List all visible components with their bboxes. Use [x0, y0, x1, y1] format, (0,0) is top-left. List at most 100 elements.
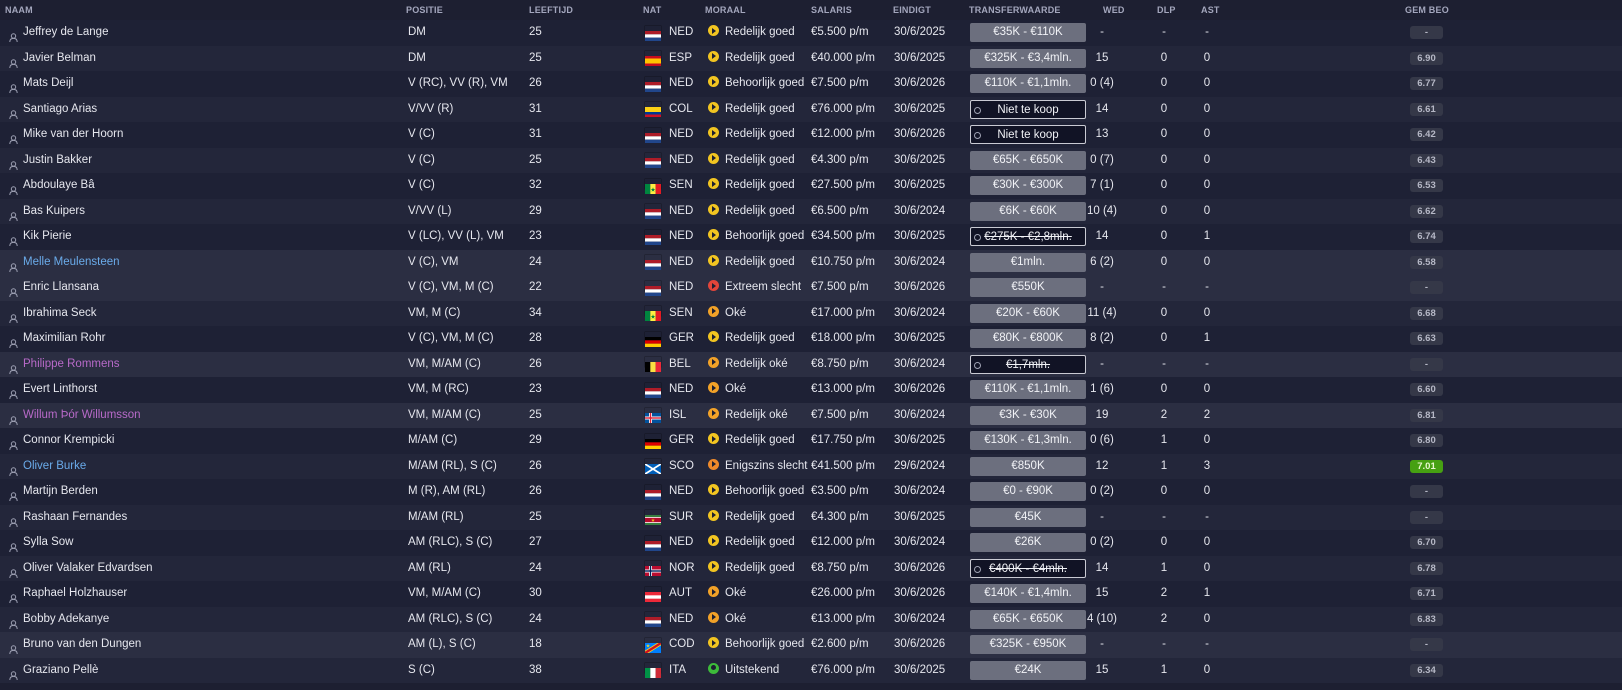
- player-row[interactable]: Kik Pierie V (LC), VV (L), VM 23 NED Behoorl…: [0, 224, 1622, 250]
- column-header-positie[interactable]: POSITIE: [406, 5, 443, 15]
- column-header-leeftijd[interactable]: LEEFTIJD: [529, 5, 573, 15]
- player-age: 24: [529, 255, 542, 268]
- player-name[interactable]: Raphael Holzhauser: [23, 581, 127, 607]
- player-row[interactable]: Javier Belman DM 25 ESP Redelijk goed €40.000…: [0, 45, 1622, 72]
- player-assists: 2: [1203, 408, 1211, 421]
- transfer-value-badge[interactable]: €550K: [970, 278, 1086, 297]
- player-name[interactable]: Willum Þór Willumsson: [23, 403, 141, 429]
- player-name[interactable]: Martijn Berden: [23, 479, 98, 505]
- player-person-icon: [9, 352, 19, 378]
- transfer-value-badge[interactable]: €325K - €950K: [970, 635, 1086, 654]
- player-name[interactable]: Abdoulaye Bâ: [23, 173, 95, 199]
- player-row[interactable]: Jeffrey de Lange DM 25 NED Redelijk goed €5.5…: [0, 20, 1622, 46]
- player-name[interactable]: Philippe Rommens: [23, 352, 120, 378]
- transfer-value-badge[interactable]: €110K - €1,1mln.: [970, 380, 1086, 399]
- player-assists: 0: [1203, 128, 1211, 140]
- player-name[interactable]: Ibrahima Seck: [23, 301, 97, 327]
- column-header-nat[interactable]: NAT: [643, 5, 661, 15]
- column-header-eindigt[interactable]: EINDIGT: [893, 5, 931, 15]
- player-name[interactable]: Oliver Valaker Edvardsen: [23, 556, 153, 582]
- transfer-value-badge[interactable]: €1mln.: [970, 252, 1086, 272]
- player-row[interactable]: Bobby Adekanye AM (RLC), S (C) 24 NED Oké €13…: [0, 606, 1622, 633]
- player-name[interactable]: Oliver Burke: [23, 454, 86, 480]
- player-name[interactable]: Enric Llansana: [23, 275, 99, 301]
- player-name[interactable]: Kik Pierie: [23, 224, 72, 250]
- transfer-value-badge[interactable]: Niet te koop: [970, 125, 1086, 144]
- transfer-value-badge[interactable]: €65K - €650K: [970, 150, 1086, 170]
- player-row[interactable]: Martijn Berden M (R), AM (RL) 26 NED Behoorl…: [0, 479, 1622, 505]
- player-name[interactable]: Mats Deijl: [23, 71, 73, 97]
- player-row[interactable]: Bas Kuipers V/VV (L) 29 NED Redelijk goed €6.…: [0, 198, 1622, 225]
- player-row[interactable]: Sylla Sow AM (RLC), S (C) 27 NED Redelijk go…: [0, 530, 1622, 556]
- player-name[interactable]: Justin Bakker: [23, 148, 92, 174]
- player-row[interactable]: Bruno van den Dungen AM (L), S (C) 18 COD Be…: [0, 632, 1622, 658]
- player-name[interactable]: Maximilian Rohr: [23, 326, 105, 352]
- column-header-gem-beo[interactable]: GEM BEO: [1405, 5, 1449, 15]
- transfer-value-badge[interactable]: €140K - €1,4mln.: [970, 584, 1086, 603]
- player-name[interactable]: Melle Meulensteen: [23, 250, 120, 276]
- transfer-value-badge[interactable]: €80K - €800K: [970, 329, 1086, 348]
- transfer-value-badge[interactable]: €45K: [970, 507, 1086, 527]
- player-row[interactable]: Mats Deijl V (RC), VV (R), VM 26 NED Behoorl…: [0, 71, 1622, 97]
- player-name[interactable]: Graziano Pellè: [23, 658, 98, 684]
- player-row[interactable]: Oliver Valaker Edvardsen AM (RL) 24 NOR Rede…: [0, 555, 1622, 582]
- transfer-value-badge[interactable]: €1,7mln.: [970, 354, 1086, 374]
- player-row[interactable]: Raphael Holzhauser VM, M/AM (C) 30 AUT Oké €2…: [0, 581, 1622, 607]
- morale-icon: [708, 377, 719, 403]
- player-row[interactable]: Willum Þór Willumsson VM, M/AM (C) 25 ISL Re…: [0, 402, 1622, 429]
- transfer-value-badge[interactable]: €65K - €650K: [970, 609, 1086, 629]
- transfer-value-badge[interactable]: €130K - €1,3mln.: [970, 431, 1086, 450]
- player-name[interactable]: Bas Kuipers: [23, 199, 85, 225]
- player-row[interactable]: Mike van der Hoorn V (C) 31 NED Redelijk goe…: [0, 122, 1622, 148]
- transfer-value-badge[interactable]: €30K - €300K: [970, 176, 1086, 195]
- player-name[interactable]: Mike van der Hoorn: [23, 122, 123, 148]
- column-header-salaris[interactable]: SALARIS: [811, 5, 852, 15]
- player-row[interactable]: Abdoulaye Bâ V (C) 32 SEN Redelijk goed €27.5…: [0, 173, 1622, 199]
- player-row[interactable]: Santiago Arias V/VV (R) 31 COL Redelijk goed…: [0, 96, 1622, 123]
- player-row[interactable]: Justin Bakker V (C) 25 NED Redelijk goed €4.3…: [0, 147, 1622, 174]
- transfer-value-badge[interactable]: Niet te koop: [970, 99, 1086, 119]
- player-name[interactable]: Rashaan Fernandes: [23, 505, 127, 531]
- average-rating-badge: 6.53: [1410, 179, 1443, 192]
- column-header-dlp[interactable]: DLP: [1157, 5, 1176, 15]
- player-row[interactable]: Philippe Rommens VM, M/AM (C) 26 BEL Redelij…: [0, 351, 1622, 378]
- player-salary: €18.000 p/m: [811, 332, 875, 344]
- player-name[interactable]: Santiago Arias: [23, 97, 97, 123]
- column-header-wed[interactable]: WED: [1103, 5, 1125, 15]
- player-row[interactable]: Graziano Pellè S (C) 38 ITA Uitstekend €76.00…: [0, 657, 1622, 684]
- player-goals: 1: [1160, 459, 1168, 472]
- player-row[interactable]: Evert Linthorst VM, M (RC) 23 NED Oké €13.000…: [0, 377, 1622, 403]
- player-name[interactable]: Bruno van den Dungen: [23, 632, 141, 658]
- player-nationality: NED: [669, 204, 694, 217]
- column-header-moraal[interactable]: MORAAL: [705, 5, 746, 15]
- player-row[interactable]: Ibrahima Seck VM, M (C) 34 SEN Oké €17.000 p/…: [0, 300, 1622, 327]
- player-name[interactable]: Jeffrey de Lange: [23, 20, 108, 46]
- player-row[interactable]: Maximilian Rohr V (C), VM, M (C) 28 GER Rede…: [0, 326, 1622, 352]
- player-row[interactable]: Rashaan Fernandes M/AM (RL) 25 SUR Redelijk …: [0, 504, 1622, 531]
- transfer-value-badge[interactable]: €325K - €3,4mln.: [970, 48, 1086, 68]
- transfer-value-badge[interactable]: €35K - €110K: [970, 23, 1086, 42]
- column-header-ast[interactable]: AST: [1201, 5, 1220, 15]
- player-name[interactable]: Evert Linthorst: [23, 377, 97, 403]
- transfer-value-badge[interactable]: €275K - €2,8mln.: [970, 227, 1086, 246]
- transfer-value-badge[interactable]: €24K: [970, 660, 1086, 680]
- player-row[interactable]: Melle Meulensteen V (C), VM 24 NED Redelijk …: [0, 249, 1622, 276]
- transfer-value-badge[interactable]: €110K - €1,1mln.: [970, 74, 1086, 93]
- transfer-value-badge[interactable]: €3K - €30K: [970, 405, 1086, 425]
- transfer-value-badge[interactable]: €20K - €60K: [970, 303, 1086, 323]
- transfer-value-badge[interactable]: €850K: [970, 456, 1086, 476]
- player-name[interactable]: Connor Krempicki: [23, 428, 114, 454]
- transfer-value-badge[interactable]: €400K - €4mln.: [970, 558, 1086, 578]
- transfer-value-badge[interactable]: €26K: [970, 533, 1086, 552]
- player-row[interactable]: Oliver Burke M/AM (RL), S (C) 26 SCO Enigszi…: [0, 453, 1622, 480]
- column-header-transferwaarde[interactable]: TRANSFERWAARDE: [969, 5, 1061, 15]
- player-row[interactable]: Connor Krempicki M/AM (C) 29 GER Redelijk go…: [0, 428, 1622, 454]
- transfer-value-badge[interactable]: €6K - €60K: [970, 201, 1086, 221]
- player-age: 26: [529, 459, 542, 472]
- player-name[interactable]: Sylla Sow: [23, 530, 74, 556]
- player-name[interactable]: Javier Belman: [23, 46, 96, 72]
- player-name[interactable]: Bobby Adekanye: [23, 607, 109, 633]
- transfer-value-badge[interactable]: €0 - €90K: [970, 482, 1086, 501]
- column-header-naam[interactable]: NAAM: [5, 5, 33, 15]
- player-row[interactable]: Enric Llansana V (C), VM, M (C) 22 NED Extre…: [0, 275, 1622, 301]
